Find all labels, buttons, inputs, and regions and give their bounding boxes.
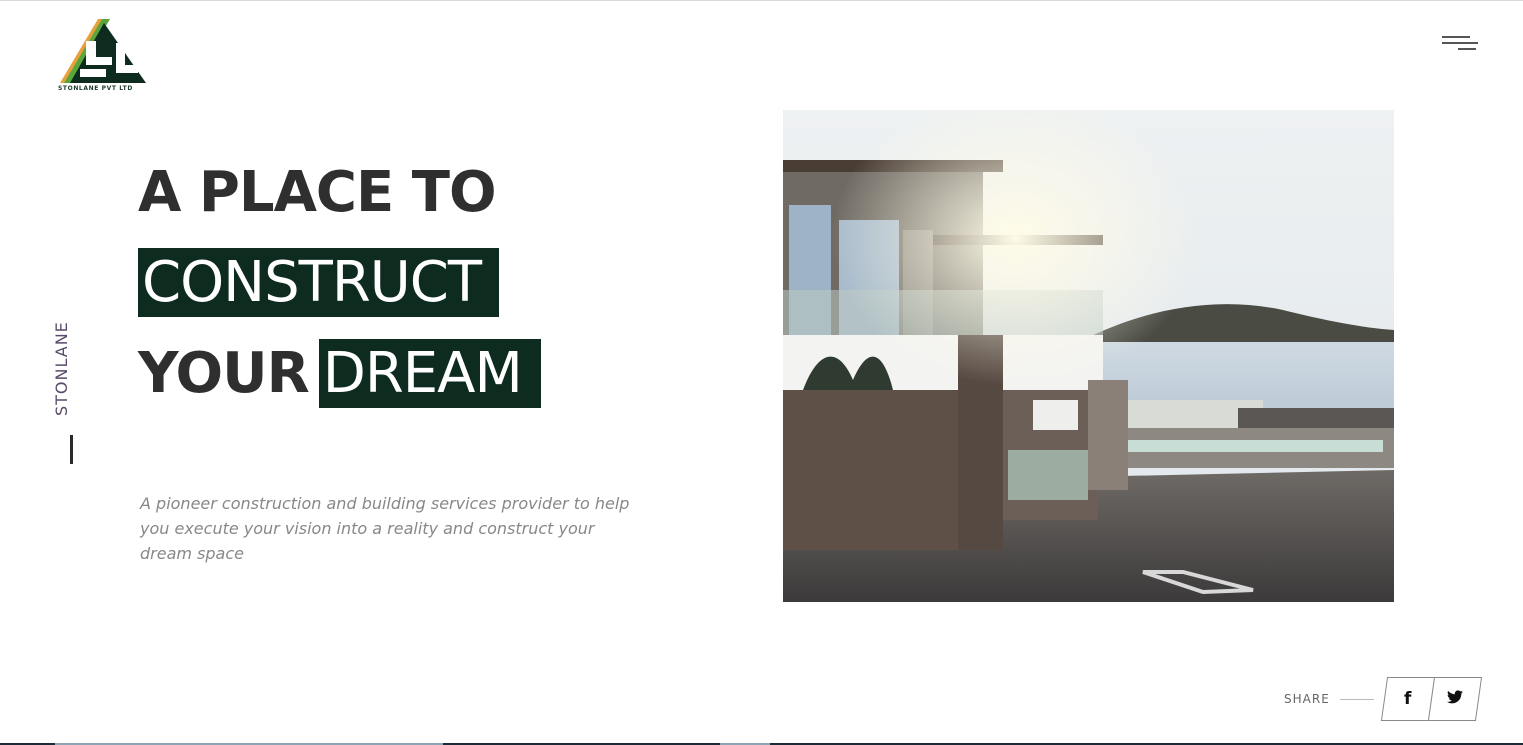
hero-building-photo bbox=[783, 110, 1394, 602]
logo-mark-icon bbox=[60, 19, 146, 83]
hero-page: STONLANE PVT LTD STONLANE A PLACE TO CON… bbox=[0, 0, 1523, 745]
menu-line bbox=[1442, 36, 1470, 38]
headline-line-2: CONSTRUCT bbox=[138, 248, 499, 317]
headline-line-3: YOUR DREAM bbox=[138, 339, 541, 408]
hamburger-menu-icon[interactable] bbox=[1440, 33, 1480, 55]
vertical-divider bbox=[70, 435, 73, 464]
twitter-icon bbox=[1447, 690, 1463, 708]
logo-text: STONLANE PVT LTD bbox=[58, 85, 133, 92]
facebook-share-button[interactable]: f bbox=[1380, 677, 1436, 721]
headline-highlight-dream: DREAM bbox=[318, 339, 541, 408]
company-logo[interactable]: STONLANE PVT LTD bbox=[58, 17, 148, 95]
headline-highlight-construct: CONSTRUCT bbox=[138, 248, 499, 317]
headline-line-1: A PLACE TO bbox=[138, 160, 497, 225]
twitter-share-button[interactable] bbox=[1427, 677, 1483, 721]
menu-line bbox=[1458, 48, 1476, 50]
vertical-brand-label: STONLANE bbox=[52, 321, 71, 416]
menu-line bbox=[1442, 42, 1478, 44]
facebook-icon: f bbox=[1404, 689, 1412, 709]
headline-word-your: YOUR bbox=[138, 341, 310, 406]
share-label: SHARE bbox=[1284, 692, 1330, 706]
hero-description: A pioneer construction and building serv… bbox=[140, 494, 630, 563]
share-divider bbox=[1340, 699, 1374, 700]
building-photo-illustration bbox=[783, 110, 1394, 602]
